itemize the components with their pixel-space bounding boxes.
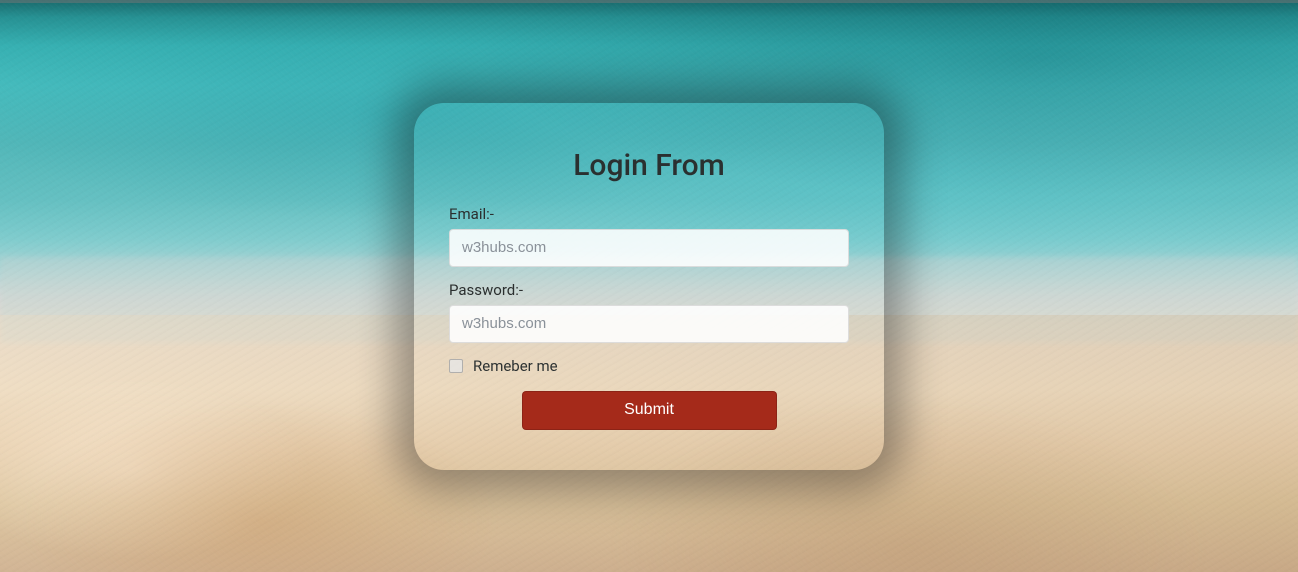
email-group: Email:- [449,205,849,267]
login-form: Login From Email:- Password:- Remeber me… [414,103,884,470]
remember-row: Remeber me [449,357,849,375]
email-label: Email:- [449,205,849,223]
form-title: Login From [449,148,849,183]
password-field[interactable] [449,305,849,343]
password-group: Password:- [449,281,849,343]
remember-checkbox[interactable] [449,359,463,373]
password-label: Password:- [449,281,849,299]
submit-button[interactable]: Submit [522,391,777,430]
email-field[interactable] [449,229,849,267]
center-container: Login From Email:- Password:- Remeber me… [0,0,1298,572]
submit-row: Submit [449,391,849,430]
remember-label[interactable]: Remeber me [473,357,558,375]
